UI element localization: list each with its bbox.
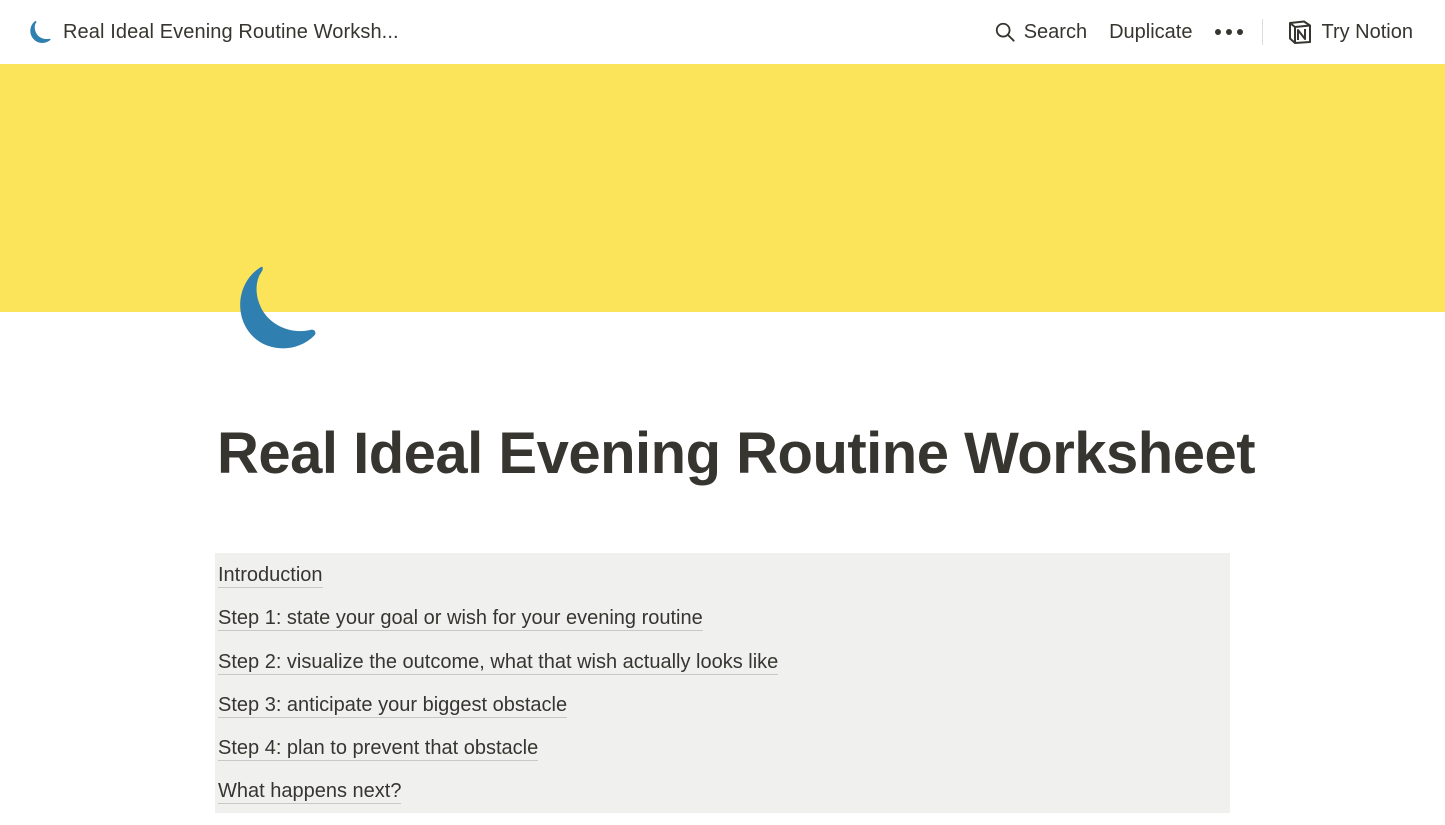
toc-item-label: Step 2: visualize the outcome, what that… [218, 650, 779, 675]
page-cover [0, 64, 1445, 312]
top-bar: Real Ideal Evening Routine Worksh... Sea… [0, 0, 1445, 64]
breadcrumb[interactable]: Real Ideal Evening Routine Worksh... [26, 19, 399, 46]
topbar-divider [1262, 19, 1264, 45]
topbar-actions: Search Duplicate Try Notion [988, 15, 1419, 49]
more-options-button[interactable] [1208, 23, 1250, 41]
toc-item-what-happens-next[interactable]: What happens next? [218, 777, 1227, 820]
table-of-contents: Introduction Step 1: state your goal or … [215, 553, 1230, 813]
try-notion-label: Try Notion [1321, 20, 1413, 43]
page-title: Real Ideal Evening Routine Worksheet [217, 421, 1256, 486]
toc-item-step-3[interactable]: Step 3: anticipate your biggest obstacle [218, 691, 1227, 734]
duplicate-label: Duplicate [1109, 20, 1193, 43]
search-button[interactable]: Search [988, 17, 1093, 48]
toc-item-label: Step 4: plan to prevent that obstacle [218, 737, 539, 762]
search-icon [994, 21, 1016, 43]
duplicate-button[interactable]: Duplicate [1103, 17, 1198, 48]
toc-item-step-1[interactable]: Step 1: state your goal or wish for your… [218, 604, 1227, 647]
crescent-moon-icon [26, 19, 53, 46]
toc-item-introduction[interactable]: Introduction [218, 561, 1227, 604]
toc-item-step-4[interactable]: Step 4: plan to prevent that obstacle [218, 734, 1227, 777]
notion-logo-icon [1287, 19, 1313, 45]
breadcrumb-title: Real Ideal Evening Routine Worksh... [63, 20, 399, 43]
crescent-moon-icon[interactable] [228, 262, 322, 356]
ellipsis-icon [1214, 27, 1244, 37]
toc-item-label: What happens next? [218, 780, 402, 805]
toc-item-label: Step 1: state your goal or wish for your… [218, 607, 703, 632]
toc-item-label: Step 3: anticipate your biggest obstacle [218, 693, 568, 718]
toc-item-label: Introduction [218, 564, 323, 588]
try-notion-button[interactable]: Try Notion [1281, 15, 1419, 49]
notion-page-window: Real Ideal Evening Routine Worksh... Sea… [0, 0, 1445, 825]
search-label: Search [1023, 20, 1088, 43]
toc-item-step-2[interactable]: Step 2: visualize the outcome, what that… [218, 648, 1227, 691]
